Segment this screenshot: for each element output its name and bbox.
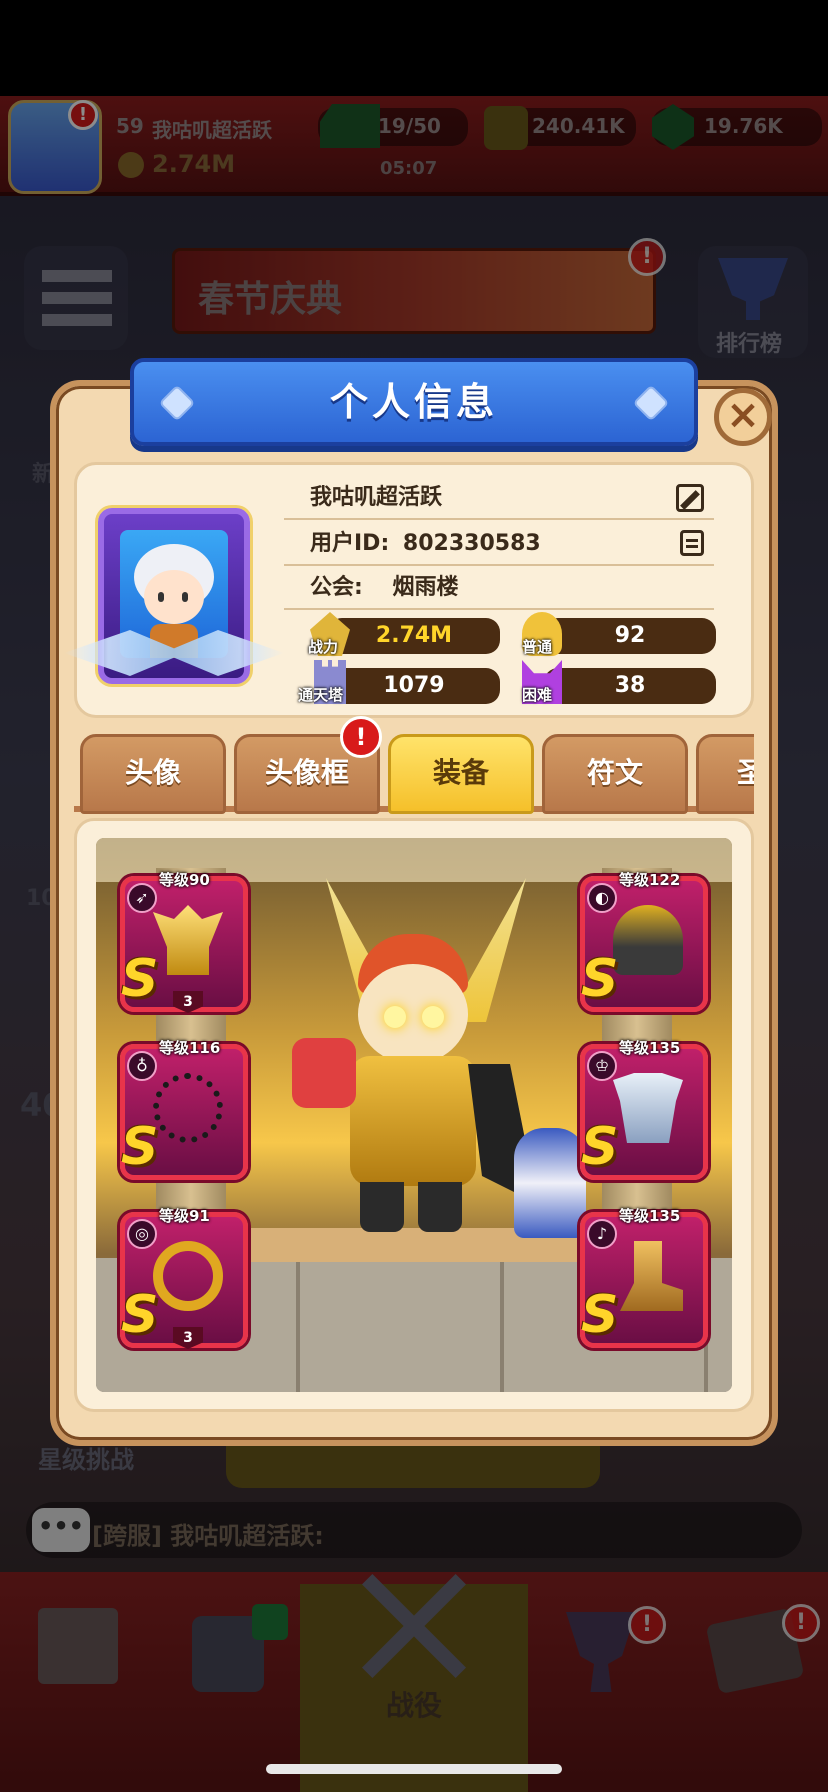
power-stat-label: 战力 (308, 638, 339, 656)
copy-id-icon[interactable] (680, 530, 704, 556)
equip-slot-level: 等级116 (159, 1039, 221, 1057)
equip-grade: S (581, 1117, 619, 1177)
equip-slot-level: 等级135 (619, 1039, 681, 1057)
user-id-label: 用户ID: (310, 531, 390, 556)
equip-grade: S (121, 1285, 159, 1345)
modal-title-banner: 个人信息 (130, 358, 698, 446)
hero-leg-right (418, 1182, 462, 1232)
equip-slot-level: 等级122 (619, 871, 681, 889)
knight-helmet-icon (613, 905, 683, 975)
hero-leg-left (360, 1182, 404, 1232)
equip-slot-knight-helmet[interactable]: 等级122 ◐ S (580, 871, 708, 1012)
status-bar (0, 0, 828, 96)
hero-body (350, 1056, 476, 1186)
hard-stat: 38 (544, 668, 716, 704)
equip-slot-boots[interactable]: 等级135 ♪ S (580, 1207, 708, 1348)
edit-name-icon[interactable] (676, 484, 704, 512)
avatar-eye-right (182, 592, 188, 602)
equip-slot-helmet[interactable]: 等级90 ➶ S 3 (120, 871, 248, 1013)
equip-grade: S (581, 949, 619, 1009)
necklace-icon (153, 1073, 223, 1143)
hard-stat-label: 困难 (522, 686, 553, 704)
tab-avatar[interactable]: 头像 (80, 734, 226, 814)
equip-slot-level: 等级90 (159, 871, 210, 889)
tab-avatar-frame-badge: ! (340, 716, 382, 758)
equip-grade: S (581, 1285, 619, 1345)
guild-row: 公会: 烟雨楼 (284, 566, 714, 610)
normal-stat: 92 (544, 618, 716, 654)
slot-type-icon: ◎ (127, 1219, 157, 1249)
equip-slot-level: 等级135 (619, 1207, 681, 1225)
armor-icon (613, 1073, 683, 1143)
slot-type-icon: ➶ (127, 883, 157, 913)
hero-gauntlet (292, 1038, 356, 1108)
profile-name-row: 我咕叽超活跃 (284, 476, 714, 520)
close-button[interactable]: × (714, 388, 772, 446)
avatar-face (144, 570, 204, 624)
equip-slot-ring[interactable]: 等级91 ◎ S 3 (120, 1207, 248, 1349)
home-indicator[interactable] (266, 1764, 562, 1774)
guild-label: 公会: (310, 575, 363, 600)
avatar-eye-left (158, 592, 164, 602)
slot-type-icon: ♪ (587, 1219, 617, 1249)
tower-stat: 1079 (328, 668, 500, 704)
hero-head (358, 964, 468, 1064)
hero-eye-left (384, 1006, 406, 1028)
close-icon: × (726, 392, 760, 438)
equip-slot-level: 等级91 (159, 1207, 210, 1225)
equip-grade: S (121, 1117, 159, 1177)
slot-type-icon: ♔ (587, 1051, 617, 1081)
tab-holy[interactable]: 圣 (696, 734, 754, 814)
user-id-row: 用户ID: 802330583 (284, 522, 714, 566)
equip-grade: S (121, 949, 159, 1009)
slot-type-icon: ◐ (587, 883, 617, 913)
tab-rune[interactable]: 符文 (542, 734, 688, 814)
pet-companion (514, 1128, 586, 1238)
equip-slot-armor[interactable]: 等级135 ♔ S (580, 1039, 708, 1180)
tab-equipment[interactable]: 装备 (388, 734, 534, 814)
normal-stat-label: 普通 (522, 638, 553, 656)
modal-title: 个人信息 (329, 380, 498, 424)
profile-name: 我咕叽超活跃 (310, 485, 443, 510)
guild-name: 烟雨楼 (392, 575, 459, 600)
equip-slot-necklace[interactable]: 等级116 ♁ S (120, 1039, 248, 1180)
helmet-wings-icon (153, 905, 223, 975)
slot-type-icon: ♁ (127, 1051, 157, 1081)
user-id-value: 802330583 (402, 531, 541, 556)
ring-icon (153, 1241, 223, 1311)
equip-star: 3 (173, 1327, 203, 1349)
equip-star: 3 (173, 991, 203, 1013)
boots-icon (620, 1241, 683, 1311)
tab-holy-clip: 圣 (696, 734, 754, 814)
power-stat: 2.74M (328, 618, 500, 654)
hero-eye-right (422, 1006, 444, 1028)
tower-stat-label: 通天塔 (298, 686, 344, 704)
